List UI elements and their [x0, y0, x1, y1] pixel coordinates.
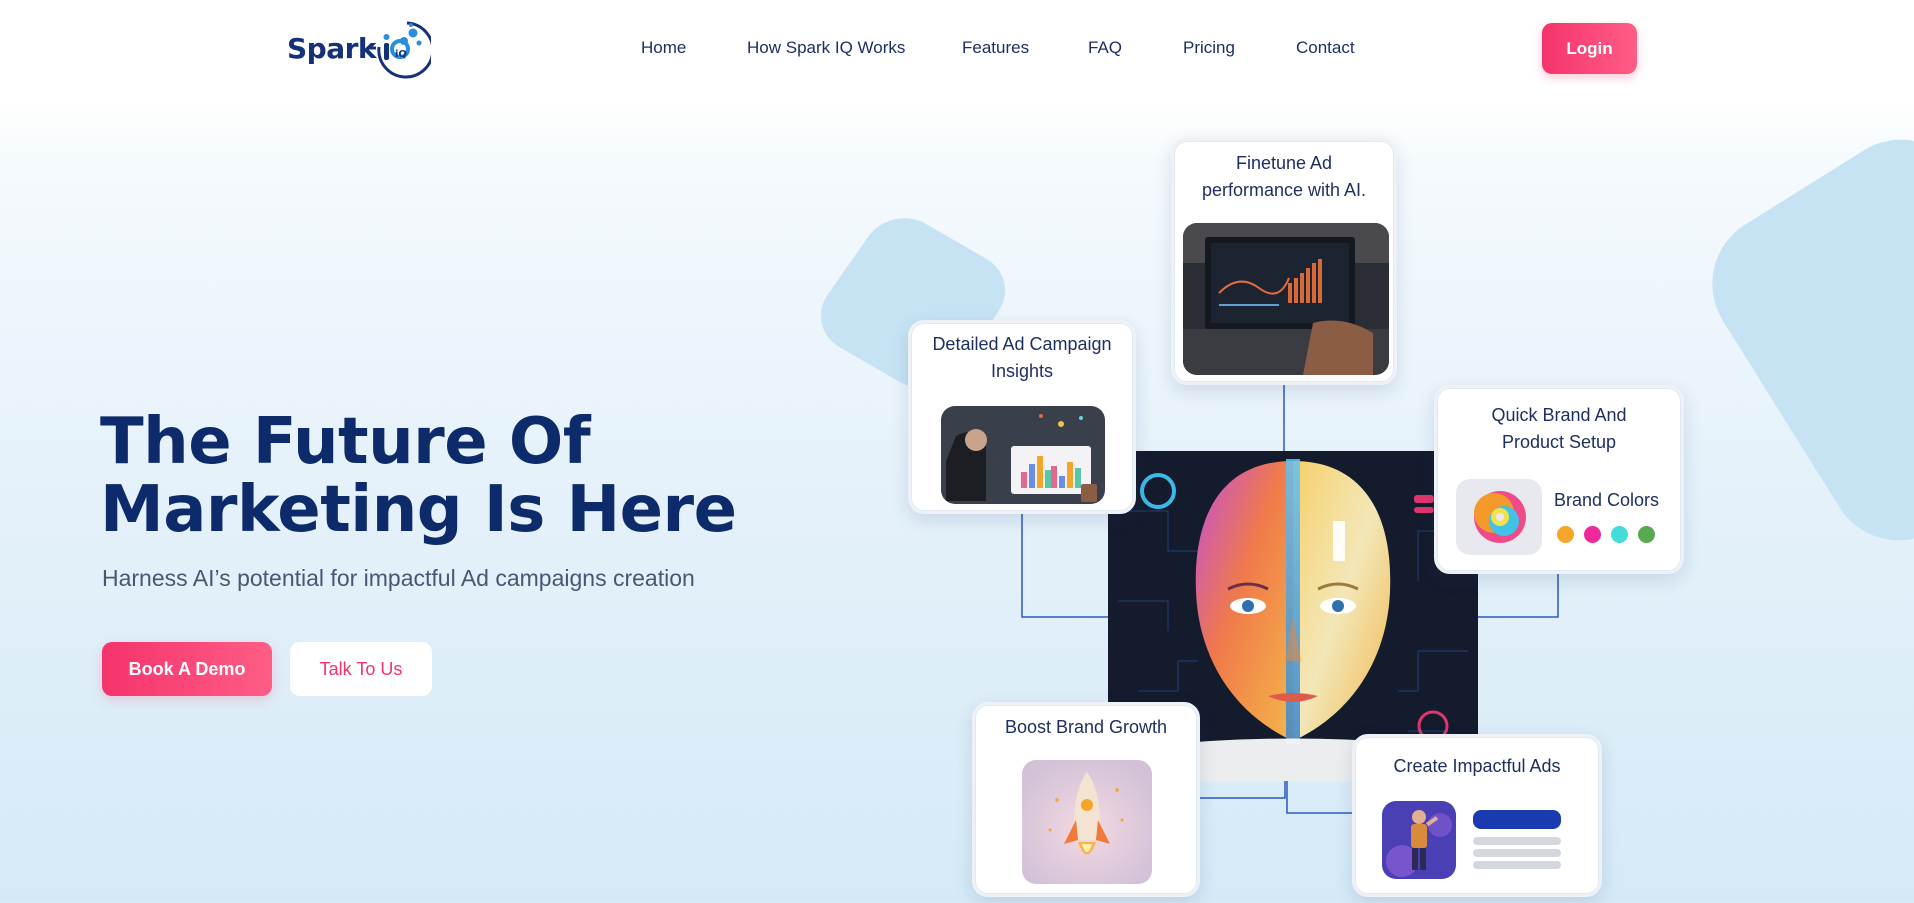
nav-faq[interactable]: FAQ	[1088, 38, 1122, 58]
ad-text-line-2	[1473, 849, 1561, 857]
finetune-card[interactable]: Finetune Ad performance with AI.	[1171, 138, 1397, 385]
brand-growth-card[interactable]: Boost Brand Growth	[972, 702, 1200, 897]
insights-title-line2: Insights	[990, 361, 1054, 381]
brand-color-swatch-orange[interactable]	[1557, 526, 1574, 543]
hero-title-line2: Marketing Is Here	[100, 473, 737, 547]
hero-title-line1: The Future Of	[100, 405, 591, 479]
hero-subtitle: Harness AI’s potential for impactful Ad …	[102, 565, 695, 591]
brand-setup-title-line2: Product Setup	[1501, 432, 1617, 452]
talk-to-us-button[interactable]: Talk To Us	[290, 642, 432, 696]
brand-growth-card-title: Boost Brand Growth	[1004, 717, 1168, 737]
brand-setup-card[interactable]: Quick Brand And Product Setup Brand Colo…	[1434, 385, 1684, 574]
brand-setup-title-line1: Quick Brand And	[1491, 405, 1627, 425]
ad-headline-bar	[1473, 810, 1561, 829]
insights-title-line1: Detailed Ad Campaign	[932, 334, 1112, 354]
brand-color-swatch-cyan[interactable]	[1611, 526, 1628, 543]
finetune-title-line1: Finetune Ad	[1235, 153, 1333, 173]
hero-title: The Future Of Marketing Is Here	[100, 408, 740, 544]
rocket-image	[1022, 760, 1152, 884]
login-button[interactable]: Login	[1542, 23, 1637, 74]
woman-with-dashboard-image	[941, 406, 1105, 504]
nav-pricing[interactable]: Pricing	[1183, 38, 1235, 58]
navbar: Spark iQ Home How Spark IQ Works Feature…	[0, 0, 1914, 98]
laptop-analytics-image	[1183, 223, 1389, 375]
character-ad-image	[1382, 801, 1456, 879]
create-ads-card[interactable]: Create Impactful Ads	[1352, 734, 1602, 897]
insights-card[interactable]: Detailed Ad Campaign Insights	[908, 320, 1136, 514]
finetune-title-line2: performance with AI.	[1201, 180, 1367, 200]
nav-home[interactable]: Home	[641, 38, 686, 58]
finetune-card-title: Finetune Ad performance with AI.	[1174, 150, 1394, 204]
brand-setup-card-title: Quick Brand And Product Setup	[1437, 402, 1681, 456]
nav-how-it-works[interactable]: How Spark IQ Works	[747, 38, 905, 58]
create-ads-card-title: Create Impactful Ads	[1393, 756, 1561, 776]
brand-colors-label: Brand Colors	[1554, 490, 1660, 510]
colorful-swirl-logo-image	[1456, 479, 1542, 555]
brand-color-swatch-pink[interactable]	[1584, 526, 1601, 543]
brand-color-swatch-green[interactable]	[1638, 526, 1655, 543]
book-demo-button[interactable]: Book A Demo	[102, 642, 272, 696]
nav-features[interactable]: Features	[962, 38, 1029, 58]
decorative-blob-right	[1685, 113, 1914, 567]
ad-text-line-3	[1473, 861, 1561, 869]
insights-card-title: Detailed Ad Campaign Insights	[911, 331, 1133, 385]
ad-text-line-1	[1473, 837, 1561, 845]
nav-contact[interactable]: Contact	[1296, 38, 1355, 58]
